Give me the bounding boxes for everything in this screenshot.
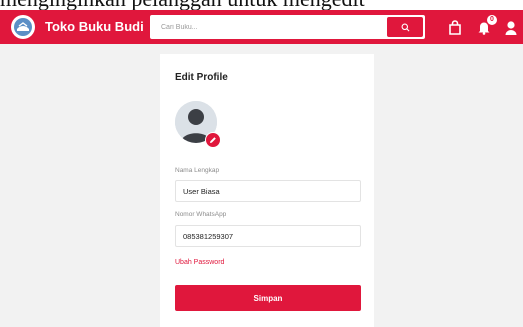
notification-button[interactable]: 0 bbox=[475, 15, 497, 36]
profile-menu-button[interactable] bbox=[502, 18, 520, 36]
page-title: Edit Profile bbox=[175, 72, 228, 83]
search-input[interactable] bbox=[151, 16, 383, 38]
pencil-icon bbox=[210, 137, 216, 143]
change-password-link[interactable]: Ubah Password bbox=[175, 259, 224, 266]
fullname-field[interactable] bbox=[175, 180, 361, 202]
cart-button[interactable] bbox=[446, 18, 464, 36]
page: menginginkan pelanggan untuk mengedit To… bbox=[0, 0, 523, 327]
search-button[interactable] bbox=[387, 17, 423, 37]
fullname-label: Nama Lengkap bbox=[175, 167, 220, 174]
logo-icon[interactable] bbox=[11, 15, 35, 39]
shopping-bag-icon bbox=[449, 19, 461, 35]
whatsapp-label: Nomor WhatsApp bbox=[175, 211, 227, 218]
avatar-upload[interactable] bbox=[175, 101, 221, 148]
brand-name[interactable]: Toko Buku Budi bbox=[45, 10, 144, 44]
save-button[interactable]: Simpan bbox=[175, 285, 361, 311]
notification-badge: 0 bbox=[487, 15, 497, 25]
user-icon bbox=[505, 20, 517, 35]
whatsapp-field[interactable] bbox=[175, 225, 361, 247]
edit-profile-card: Edit Profile Nama Lengkap Nomor WhatsApp… bbox=[160, 54, 374, 327]
search-bar bbox=[150, 15, 425, 39]
top-navbar: Toko Buku Budi 0 bbox=[0, 10, 523, 44]
document-caption: menginginkan pelanggan untuk mengedit bbox=[0, 0, 523, 10]
edit-avatar-button[interactable] bbox=[205, 132, 221, 148]
search-icon bbox=[401, 23, 409, 31]
